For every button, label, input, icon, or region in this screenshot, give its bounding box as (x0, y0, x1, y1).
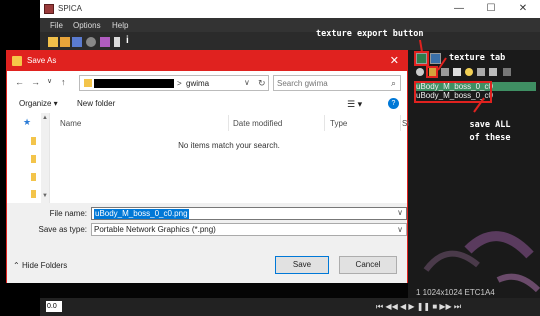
model-tab-icon[interactable] (416, 68, 424, 76)
up-arrow-icon[interactable]: ↑ (61, 77, 66, 87)
dialog-navbar: ← → ∨ ↑ > gwima ∨ ↻ ⌕ (7, 71, 407, 95)
help-icon[interactable]: ? (388, 98, 399, 109)
menu-options[interactable]: Options (73, 21, 101, 30)
file-name-label: File name: (49, 209, 87, 218)
save-disk-icon[interactable] (72, 37, 82, 47)
gear-icon[interactable] (86, 37, 96, 47)
playback-bar: 0.0 ⏮ ◀◀ ◀ ▶ ❚❚ ■ ▶▶ ⏭ (40, 298, 540, 316)
chevron-down-icon[interactable]: ∨ (397, 224, 403, 235)
back-arrow-icon[interactable]: ← (15, 77, 24, 87)
search-box[interactable]: ⌕ (273, 75, 401, 91)
navigation-scrollbar[interactable]: ▲ ▼ (41, 113, 49, 203)
open-folder-icon[interactable] (48, 37, 58, 47)
cancel-button[interactable]: Cancel (339, 256, 397, 274)
quick-access-icon[interactable]: ★ (23, 117, 31, 128)
texture-import-button[interactable] (430, 53, 441, 64)
app-icon (44, 4, 54, 14)
dialog-folder-icon (12, 56, 22, 66)
path-separator-icon: > (177, 79, 182, 88)
save-as-dialog: Save As ✕ ← → ∨ ↑ > gwima ∨ ↻ ⌕ Organize… (6, 50, 409, 283)
column-type[interactable]: Type (330, 119, 347, 128)
save-form: File name: uBody_M_boss_0_c0.png ∨ Save … (7, 203, 407, 283)
redacted-path (94, 79, 174, 88)
empty-message: No items match your search. (178, 141, 280, 150)
menu-file[interactable]: File (50, 21, 63, 30)
camera-tab-icon[interactable] (453, 68, 461, 76)
file-list[interactable]: Name Date modified Type Si No items matc… (49, 113, 409, 203)
annotation-export: texture export button (316, 29, 424, 39)
folder-icon[interactable] (31, 173, 36, 181)
dialog-titlebar: Save As ✕ (7, 51, 407, 71)
hide-folders-label[interactable]: Hide Folders (22, 261, 67, 270)
save-button[interactable]: Save (275, 256, 329, 274)
scroll-up-icon[interactable]: ▲ (42, 115, 48, 121)
main-toolbar: i (40, 32, 540, 50)
extra-tab-icon[interactable] (503, 68, 511, 76)
list-highlight-box (414, 81, 492, 103)
dialog-title: Save As (27, 56, 57, 65)
texture-info: 1 1024x1024 ETC1A4 (416, 288, 495, 297)
folder-icon (84, 79, 92, 87)
column-divider (400, 115, 401, 131)
app-title: SPICA (58, 4, 83, 13)
chevron-down-icon[interactable]: ∨ (397, 208, 403, 217)
tool-icon[interactable] (100, 37, 110, 47)
column-name[interactable]: Name (60, 119, 81, 128)
address-bar[interactable]: > gwima ∨ ↻ (79, 75, 269, 91)
address-dropdown-icon[interactable]: ∨ (244, 78, 250, 87)
column-date-modified[interactable]: Date modified (233, 119, 282, 128)
file-name-value[interactable]: uBody_M_boss_0_c0.png (94, 209, 189, 219)
spica-titlebar: SPICA — ☐ ✕ (40, 0, 540, 18)
annotation-tab: texture tab (449, 53, 506, 63)
folder-icon[interactable] (31, 137, 36, 145)
refresh-icon[interactable]: ↻ (258, 78, 266, 89)
material-tab-icon[interactable] (441, 68, 449, 76)
close-window-button[interactable]: ✕ (516, 2, 530, 16)
menu-bar: File Options Help (40, 18, 540, 32)
view-options-icon[interactable]: ☰ ▾ (347, 99, 362, 110)
search-input[interactable] (277, 78, 385, 89)
column-divider (324, 115, 325, 131)
current-folder[interactable]: gwima (186, 79, 209, 88)
folder-icon[interactable] (31, 155, 36, 163)
save-type-label: Save as type: (38, 225, 87, 234)
merge-folder-icon[interactable] (60, 37, 70, 47)
scroll-down-icon[interactable]: ▼ (42, 193, 48, 199)
minimize-button[interactable]: — (452, 2, 466, 16)
wrench-icon[interactable] (114, 37, 120, 47)
dialog-command-bar: Organize ▾ New folder ☰ ▾ ? (7, 95, 407, 113)
scene-tab-icon[interactable] (489, 68, 497, 76)
maximize-button[interactable]: ☐ (484, 2, 498, 16)
column-size[interactable]: Si (402, 119, 409, 128)
annotation-save-all: save ALL of these (469, 120, 511, 143)
new-folder-button[interactable]: New folder (77, 99, 115, 108)
column-divider (228, 115, 229, 131)
organize-button[interactable]: Organize ▾ (19, 99, 58, 108)
light-tab-icon[interactable] (465, 68, 473, 76)
save-type-value: Portable Network Graphics (*.png) (94, 225, 216, 234)
frame-field[interactable]: 0.0 (46, 301, 62, 312)
dialog-close-button[interactable]: ✕ (390, 54, 399, 67)
export-highlight-box (414, 51, 429, 66)
info-icon[interactable]: i (126, 35, 136, 46)
playback-controls-icon[interactable]: ⏮ ◀◀ ◀ ▶ ❚❚ ■ ▶▶ ⏭ (376, 302, 461, 312)
tab-highlight-box (426, 66, 438, 78)
hide-folders-toggle[interactable]: ⌃ Hide Folders (13, 261, 67, 270)
file-name-field[interactable]: uBody_M_boss_0_c0.png ∨ (91, 207, 407, 220)
menu-help[interactable]: Help (112, 21, 128, 30)
folder-icon[interactable] (31, 190, 36, 198)
forward-arrow-icon[interactable]: → (31, 77, 40, 87)
recent-locations-icon[interactable]: ∨ (47, 77, 52, 85)
animation-tab-icon[interactable] (477, 68, 485, 76)
save-type-select[interactable]: Portable Network Graphics (*.png) ∨ (91, 223, 407, 236)
search-icon: ⌕ (390, 78, 396, 88)
